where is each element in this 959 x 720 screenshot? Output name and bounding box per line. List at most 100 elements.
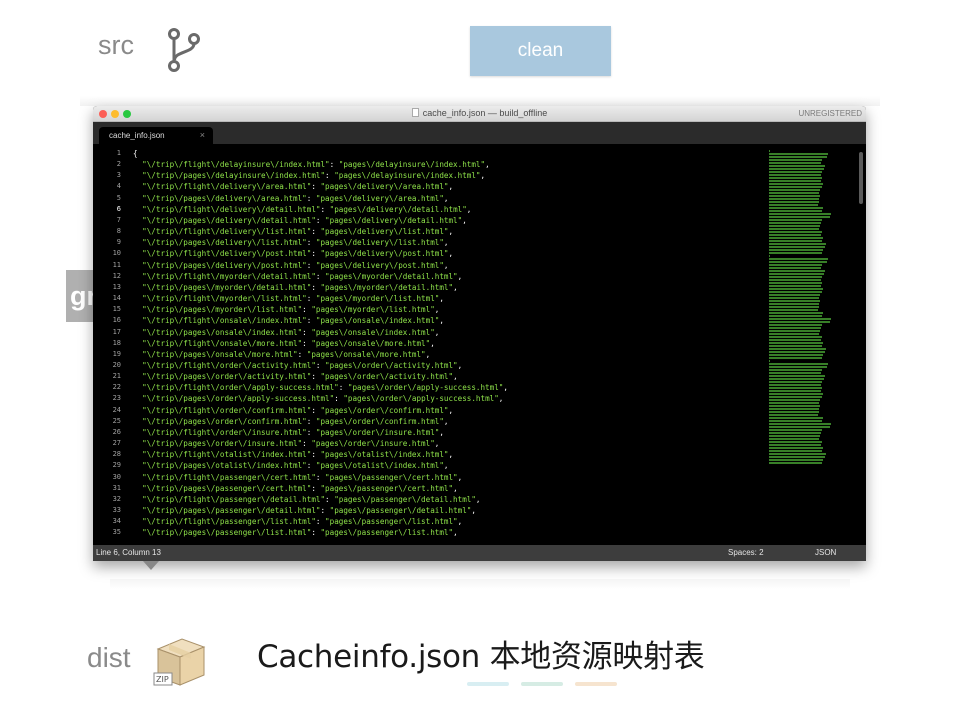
line-number: 25 — [112, 416, 121, 425]
caption-underline-bars — [467, 673, 629, 691]
minimap-line — [769, 441, 822, 443]
caption: Cacheinfo.json 本地资源映射表 — [257, 639, 705, 675]
svg-text:ZIP: ZIP — [156, 675, 169, 684]
tab-cache-info-json[interactable]: cache_info.json × — [99, 127, 213, 144]
minimap-line — [769, 423, 831, 425]
code-line: "\/trip\/flight\/otalist\/index.html": "… — [142, 450, 454, 460]
minimap-line — [769, 309, 818, 311]
code-line: "\/trip\/pages\/order\/activity.html": "… — [142, 372, 458, 382]
minimap-line — [769, 438, 819, 440]
line-number: 23 — [112, 394, 121, 403]
minimap-line — [769, 291, 822, 293]
line-number: 30 — [112, 472, 121, 481]
minimap-line — [769, 192, 819, 194]
minimap-line — [769, 417, 823, 419]
line-number: 9 — [116, 238, 121, 247]
minimap-line — [769, 366, 827, 368]
minimap-line — [769, 255, 770, 257]
code-line: "\/trip\/flight\/onsale\/index.html": "p… — [142, 316, 444, 326]
line-number: 3 — [116, 171, 121, 180]
status-bar: Line 6, Column 13 Spaces: 2 JSON — [93, 545, 866, 561]
minimap-line — [769, 318, 831, 320]
minimap-line — [769, 390, 821, 392]
minimap-line — [769, 378, 824, 380]
clean-button[interactable]: clean — [470, 26, 611, 76]
line-number: 33 — [112, 506, 121, 514]
window-title: cache_info.json — build_offline — [93, 108, 866, 118]
minimap-line — [769, 405, 820, 407]
minimap-line — [769, 420, 822, 422]
minimap-line — [769, 354, 823, 356]
minimap-line — [769, 348, 826, 350]
minimap-line — [769, 177, 822, 179]
src-label: src — [98, 30, 134, 60]
minimap-line — [769, 396, 822, 398]
minimap-line — [769, 276, 822, 278]
minimap-line — [769, 426, 830, 428]
minimap-line — [769, 342, 823, 344]
minimap-line — [769, 330, 820, 332]
code-line: "\/trip\/pages\/delivery\/detail.html": … — [142, 215, 467, 225]
minimap-line — [769, 303, 819, 305]
line-number: 28 — [112, 450, 121, 459]
line-number: 8 — [116, 227, 121, 236]
minimap-line — [769, 453, 826, 455]
line-number-gutter: 1 2 3 4 5 6 7 8 9 10 11 12 13 14 15 16 17 18 19 20 21 22 23 24 2… — [93, 148, 121, 538]
minimap-line — [769, 210, 822, 212]
code-line: "\/trip\/pages\/otalist\/index.html": "p… — [142, 461, 449, 471]
minimap[interactable] — [769, 150, 847, 500]
minimap-line — [769, 315, 822, 317]
code-line: "\/trip\/flight\/passenger\/list.html": … — [142, 517, 463, 527]
code-editor[interactable]: { "\/trip\/flight\/delayinsure\/index.ht… — [133, 148, 773, 538]
minimap-line — [769, 279, 821, 281]
line-number: 32 — [112, 494, 121, 503]
minimap-line — [769, 207, 823, 209]
line-number: 1 — [116, 149, 121, 157]
minimap-line — [769, 246, 825, 248]
code-line: { — [133, 149, 138, 158]
code-line: "\/trip\/pages\/myorder\/detail.html": "… — [142, 282, 458, 292]
line-number: 35 — [112, 528, 121, 537]
minimap-line — [769, 180, 821, 182]
minimap-line — [769, 363, 828, 365]
minimap-line — [769, 198, 819, 200]
syntax-selector[interactable]: JSON — [815, 545, 836, 561]
vertical-scrollbar[interactable] — [859, 152, 863, 204]
minimap-line — [769, 387, 822, 389]
minimap-line — [769, 333, 819, 335]
minimap-line — [769, 273, 824, 275]
tab-label: cache_info.json — [109, 131, 165, 140]
line-number: 26 — [112, 427, 121, 436]
minimap-line — [769, 447, 823, 449]
file-icon — [411, 108, 419, 117]
code-line: "\/trip\/flight\/delivery\/detail.html":… — [142, 204, 472, 214]
git-branch-icon — [168, 28, 200, 72]
line-number: 27 — [112, 439, 121, 448]
window-reflection-band — [110, 579, 850, 589]
code-line: "\/trip\/flight\/order\/activity.html": … — [142, 360, 463, 370]
line-number: 19 — [112, 349, 121, 358]
code-line: "\/trip\/pages\/onsale\/index.html": "pa… — [142, 327, 440, 337]
indentation-setting[interactable]: Spaces: 2 — [728, 545, 764, 561]
minimap-line — [769, 360, 770, 362]
code-line: "\/trip\/pages\/onsale\/more.html": "pag… — [142, 349, 431, 359]
line-number: 18 — [112, 338, 121, 347]
minimap-line — [769, 243, 826, 245]
minimap-line — [769, 312, 823, 314]
minimap-line — [769, 432, 821, 434]
close-tab-icon[interactable]: × — [200, 127, 205, 144]
minimap-line — [769, 186, 822, 188]
minimap-line — [769, 195, 820, 197]
caption-underline-bar — [575, 682, 617, 686]
minimap-line — [769, 156, 827, 158]
minimap-line — [769, 408, 819, 410]
minimap-line — [769, 174, 821, 176]
minimap-line — [769, 228, 819, 230]
line-number: 14 — [112, 294, 121, 303]
minimap-line — [769, 225, 820, 227]
minimap-line — [769, 222, 821, 224]
minimap-line — [769, 201, 819, 203]
minimap-line — [769, 336, 822, 338]
minimap-line — [769, 234, 821, 236]
line-number: 10 — [112, 249, 121, 258]
